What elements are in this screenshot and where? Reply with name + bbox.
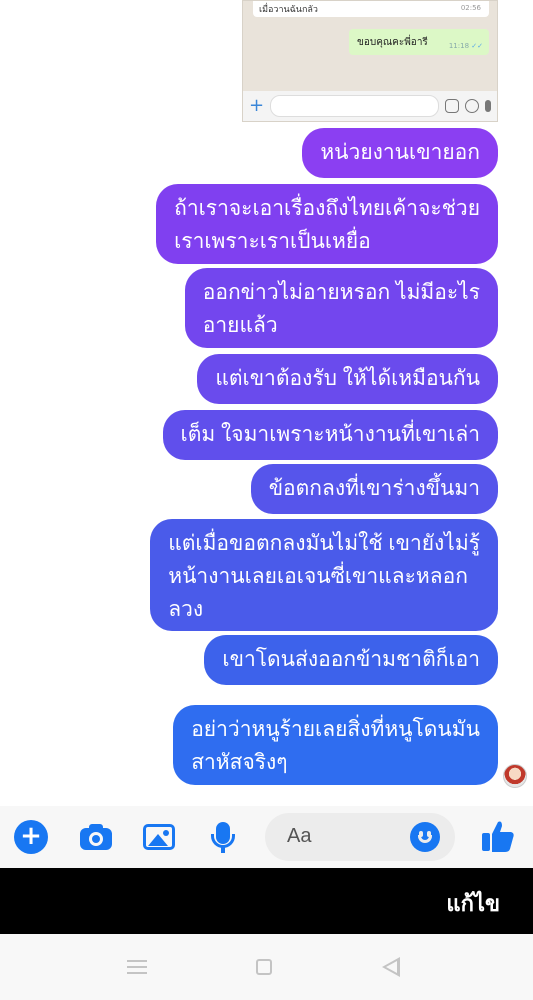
message-line: ข้อตกลงที่เขาร่างขึ้นมา	[268, 477, 480, 500]
message-line: อายแล้ว	[202, 314, 278, 337]
embedded-reply-bubble: ขอบคุณคะพี่อารี 11:18 ✓✓	[349, 29, 489, 55]
message-input-placeholder: Aa	[287, 825, 312, 847]
message-line: เขาโดนส่งออกข้ามชาติก็เอา	[222, 648, 480, 671]
embedded-top-time: 02:56	[460, 4, 481, 12]
message-bubble[interactable]: ออกข่าวไม่อายหรอก ไม่มีอะไร อายแล้ว	[184, 268, 498, 348]
embedded-mic-icon	[485, 100, 491, 112]
message-line: สาหัสจริงๆ	[191, 751, 288, 774]
message-line: ออกข่าวไม่อายหรอก ไม่มีอะไร	[202, 281, 480, 304]
gallery-icon[interactable]	[142, 820, 176, 854]
edit-bar: แก้ไข	[0, 868, 533, 934]
message-line: เราเพราะเราเป็นเหยื่อ	[174, 230, 371, 253]
emoji-icon[interactable]	[410, 822, 440, 852]
plus-icon[interactable]: +	[14, 820, 48, 854]
message-line: แต่เมื่อขอตกลงมันไม่ใช้ เขายังไม่รู้	[168, 532, 480, 555]
message-bubble[interactable]: หน่วยงานเขายอก	[302, 128, 498, 178]
camera-icon[interactable]	[79, 820, 113, 854]
message-input[interactable]: Aa	[265, 813, 455, 861]
home-icon[interactable]	[256, 959, 272, 975]
read-receipt-avatar	[503, 764, 527, 788]
embedded-input-bar: +	[243, 91, 497, 121]
embedded-camera-icon	[465, 99, 479, 113]
embedded-text-field	[270, 95, 439, 117]
microphone-icon[interactable]	[206, 820, 240, 854]
embedded-top-message-text: เมื่อวานฉันกลัว	[259, 5, 318, 15]
message-bubble[interactable]: เต็ม ใจมาเพราะหน้างานที่เขาเล่า	[162, 410, 498, 460]
message-bubble[interactable]: ข้อตกลงที่เขาร่างขึ้นมา	[250, 464, 498, 514]
message-line: หน้างานเลยเอเจนซี่เขาและหลอก	[168, 565, 468, 588]
embedded-top-message: เมื่อวานฉันกลัว 02:56	[253, 1, 489, 17]
message-bubble[interactable]: แต่เขาต้องรับ ให้ได้เหมือนกัน	[197, 354, 498, 404]
message-bubble[interactable]: เขาโดนส่งออกข้ามชาติก็เอา	[204, 635, 498, 685]
edit-button[interactable]: แก้ไข	[446, 886, 500, 921]
message-bubble[interactable]: แต่เมื่อขอตกลงมันไม่ใช้ เขายังไม่รู้ หน้…	[150, 519, 498, 631]
message-bubble[interactable]: ถ้าเราจะเอาเรื่องถึงไทยเค้าจะช่วย เราเพร…	[156, 184, 498, 264]
message-line: หน่วยงานเขายอก	[320, 141, 480, 164]
message-composer: + Aa	[0, 806, 533, 868]
message-line: ลวง	[168, 598, 204, 621]
message-line: เต็ม ใจมาเพราะหน้างานที่เขาเล่า	[180, 423, 480, 446]
message-line: แต่เขาต้องรับ ให้ได้เหมือนกัน	[215, 367, 480, 390]
thumbs-up-icon[interactable]	[478, 816, 518, 856]
message-bubble[interactable]: อย่าว่าหนูร้ายเลยสิ่งที่หนูโดนมัน สาหัสจ…	[173, 705, 498, 785]
embedded-plus-icon: +	[249, 95, 265, 116]
message-line: ถ้าเราจะเอาเรื่องถึงไทยเค้าจะช่วย	[174, 197, 480, 220]
embedded-sticker-icon	[445, 99, 459, 113]
message-line: อย่าว่าหนูร้ายเลยสิ่งที่หนูโดนมัน	[191, 718, 480, 741]
system-navigation-bar	[0, 934, 533, 1000]
embedded-chat-screenshot: เมื่อวานฉันกลัว 02:56 ขอบคุณคะพี่อารี 11…	[242, 0, 498, 122]
menu-icon[interactable]	[127, 960, 147, 974]
embedded-reply-time: 11:18 ✓✓	[448, 42, 483, 50]
embedded-reply-text: ขอบคุณคะพี่อารี	[357, 37, 428, 48]
